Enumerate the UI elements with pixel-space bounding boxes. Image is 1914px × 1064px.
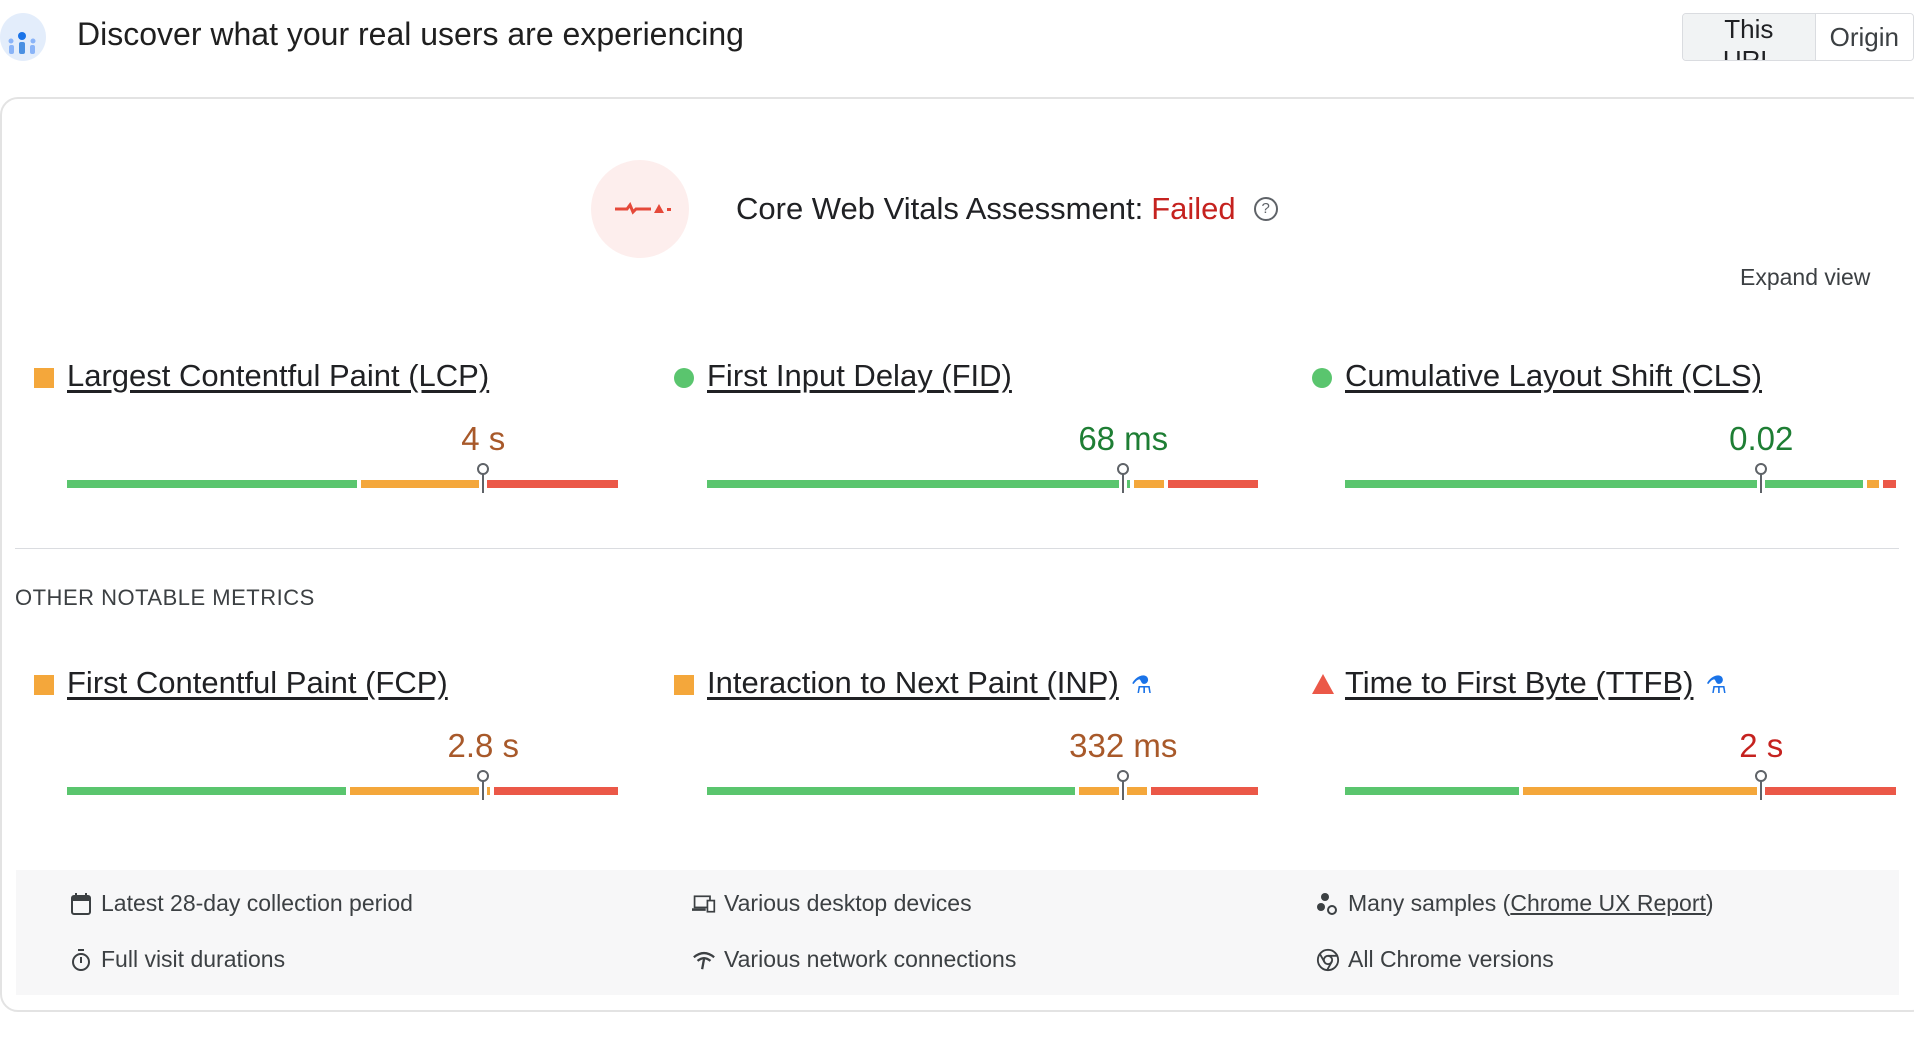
needs-improvement-segment bbox=[1134, 480, 1164, 488]
network-icon bbox=[692, 948, 716, 972]
metric-fid: First Input Delay (FID) 68 ms bbox=[674, 358, 1274, 498]
help-icon[interactable]: ? bbox=[1253, 197, 1278, 221]
crux-logo-icon bbox=[0, 13, 46, 61]
metric-value: 0.02 bbox=[1729, 420, 1794, 457]
poor-segment bbox=[1883, 480, 1896, 488]
distribution-bar bbox=[1345, 770, 1900, 800]
scope-toggle: This URL Origin bbox=[1682, 13, 1914, 61]
metric-link[interactable]: First Contentful Paint (FCP) bbox=[67, 665, 448, 701]
other-metrics-heading: OTHER NOTABLE METRICS bbox=[15, 585, 315, 610]
p75-marker bbox=[1755, 463, 1768, 493]
needs-improvement-segment bbox=[1078, 787, 1147, 795]
p75-marker bbox=[1117, 463, 1130, 493]
metric-value: 4 s bbox=[461, 420, 506, 457]
good-circle-icon bbox=[1312, 368, 1332, 388]
assessment-heading: Core Web Vitals Assessment: Failed ? bbox=[736, 191, 1278, 227]
devices-icon bbox=[692, 892, 716, 916]
footer-item-devices: Various desktop devices bbox=[692, 890, 972, 917]
metric-link[interactable]: Interaction to Next Paint (INP) ⚗ bbox=[707, 665, 1152, 701]
footer-item-samples: Many samples (Chrome UX Report) bbox=[1316, 890, 1714, 917]
good-segment bbox=[67, 480, 358, 488]
tab-this-url[interactable]: This URL bbox=[1683, 14, 1816, 60]
metric-link[interactable]: First Input Delay (FID) bbox=[707, 358, 1012, 394]
good-segment bbox=[707, 787, 1075, 795]
poor-segment bbox=[1151, 787, 1258, 795]
assessment-label: Core Web Vitals Assessment: bbox=[736, 191, 1144, 226]
p75-marker bbox=[1117, 770, 1130, 800]
needs-improvement-segment bbox=[361, 480, 480, 488]
p75-marker bbox=[477, 770, 490, 800]
good-circle-icon bbox=[674, 368, 694, 388]
poor-segment bbox=[1761, 787, 1896, 795]
poor-segment bbox=[1167, 480, 1258, 488]
failed-assessment-icon bbox=[591, 160, 689, 258]
good-segment bbox=[67, 787, 347, 795]
metric-link[interactable]: Time to First Byte (TTFB) ⚗ bbox=[1345, 665, 1727, 701]
good-segment bbox=[707, 480, 1131, 488]
metric-value: 2.8 s bbox=[447, 727, 520, 764]
distribution-bar bbox=[1345, 463, 1900, 493]
footer-item-network: Various network connections bbox=[692, 946, 1016, 973]
metric-value: 332 ms bbox=[1069, 727, 1178, 764]
poor-triangle-icon bbox=[1312, 674, 1334, 694]
poor-segment bbox=[483, 480, 618, 488]
assessment-status: Failed bbox=[1151, 191, 1236, 226]
tab-origin[interactable]: Origin bbox=[1815, 14, 1913, 60]
footer-item-durations: Full visit durations bbox=[69, 946, 285, 973]
needs-improvement-segment bbox=[1522, 787, 1758, 795]
metric-link[interactable]: Cumulative Layout Shift (CLS) bbox=[1345, 358, 1762, 394]
good-segment bbox=[1345, 787, 1519, 795]
poor-segment bbox=[494, 787, 618, 795]
metric-lcp: Largest Contentful Paint (LCP) 4 s bbox=[34, 358, 634, 498]
metric-inp: Interaction to Next Paint (INP) ⚗ 332 ms bbox=[674, 665, 1274, 805]
good-segment bbox=[1345, 480, 1863, 488]
experimental-flask-icon: ⚗ bbox=[1705, 672, 1727, 699]
metric-fcp: First Contentful Paint (FCP) 2.8 s bbox=[34, 665, 634, 805]
collection-info-panel: Latest 28-day collection period Full vis… bbox=[16, 870, 1899, 995]
metric-cls: Cumulative Layout Shift (CLS) 0.02 bbox=[1312, 358, 1912, 498]
average-square-icon bbox=[34, 368, 54, 388]
footer-item-period: Latest 28-day collection period bbox=[69, 890, 413, 917]
chrome-icon bbox=[1316, 948, 1340, 972]
divider bbox=[15, 548, 1899, 549]
experimental-flask-icon: ⚗ bbox=[1130, 672, 1153, 699]
stopwatch-icon bbox=[69, 948, 93, 972]
distribution-bar bbox=[67, 463, 622, 493]
average-square-icon bbox=[674, 675, 694, 695]
distribution-bar bbox=[67, 770, 622, 800]
metric-ttfb: Time to First Byte (TTFB) ⚗ 2 s bbox=[1312, 665, 1912, 805]
metric-value: 68 ms bbox=[1078, 420, 1169, 457]
chrome-ux-report-link[interactable]: Chrome UX Report bbox=[1510, 890, 1706, 916]
expand-view-button[interactable]: Expand view bbox=[1740, 264, 1870, 291]
metric-link[interactable]: Largest Contentful Paint (LCP) bbox=[67, 358, 489, 394]
distribution-bar bbox=[707, 463, 1262, 493]
samples-icon bbox=[1316, 892, 1340, 916]
p75-marker bbox=[477, 463, 490, 493]
metric-value: 2 s bbox=[1739, 727, 1784, 764]
distribution-bar bbox=[707, 770, 1262, 800]
page-title: Discover what your real users are experi… bbox=[77, 16, 744, 52]
p75-marker bbox=[1755, 770, 1768, 800]
footer-item-chrome: All Chrome versions bbox=[1316, 946, 1554, 973]
average-square-icon bbox=[34, 675, 54, 695]
calendar-icon bbox=[69, 892, 93, 916]
needs-improvement-segment bbox=[350, 787, 491, 795]
needs-improvement-segment bbox=[1866, 480, 1880, 488]
